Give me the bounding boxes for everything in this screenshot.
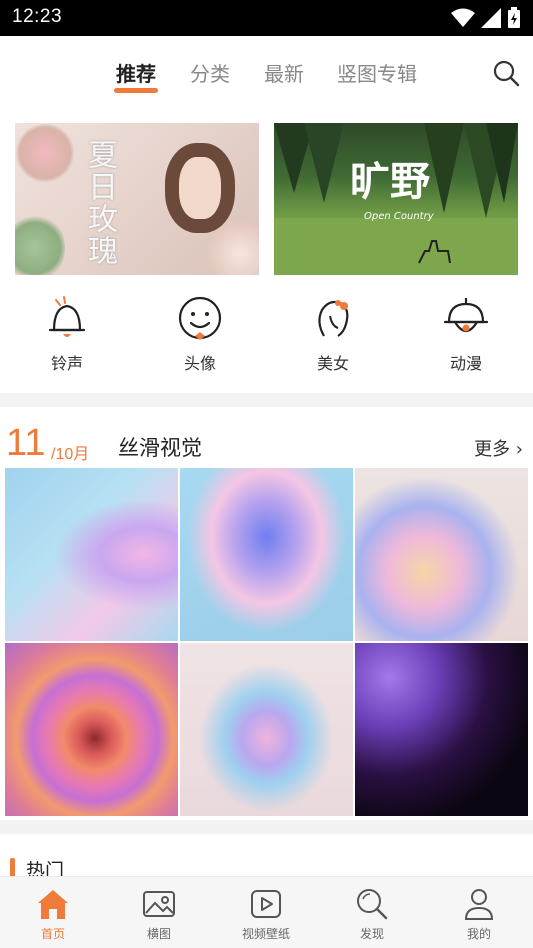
bottom-navigation: 首页 横图 视频壁纸 发现 我的 <box>0 876 533 948</box>
nav-label: 横图 <box>146 927 171 941</box>
section-divider <box>0 393 533 407</box>
wallpaper-thumbnail[interactable] <box>355 468 528 641</box>
daily-section-header: 11 /10月 丝滑视觉 更多 › <box>0 420 533 466</box>
wallpaper-thumbnail[interactable] <box>5 643 178 816</box>
bell-icon <box>48 296 86 337</box>
nav-label: 首页 <box>40 927 65 941</box>
tab-category[interactable]: 分类 <box>190 58 230 87</box>
category-beauty[interactable]: 美女 <box>293 292 373 374</box>
girl-profile-icon <box>318 300 349 337</box>
hot-section-header: 热门 <box>0 848 533 882</box>
category-shortcuts: 铃声 头像 美女 动漫 <box>0 292 533 388</box>
search-icon[interactable] <box>491 58 521 88</box>
nav-discover[interactable]: 发现 <box>327 887 417 942</box>
banner-summer-rose[interactable]: 夏日玫瑰 <box>15 123 259 275</box>
nav-label: 我的 <box>466 927 491 941</box>
leaf-decoration <box>15 213 65 275</box>
banner-open-country[interactable]: 旷野 Open Country <box>274 123 518 275</box>
nav-mine[interactable]: 我的 <box>434 887 524 942</box>
category-label: 铃声 <box>50 354 83 373</box>
search-icon <box>357 889 388 920</box>
accent-bar <box>10 858 15 878</box>
portrait-figure <box>165 143 235 233</box>
status-bar: 12:23 <box>0 0 533 36</box>
chevron-right-icon: › <box>510 439 523 460</box>
more-label: 更多 <box>474 439 511 460</box>
smiley-face-icon <box>178 296 222 340</box>
tab-latest[interactable]: 最新 <box>264 58 304 87</box>
section-month: /10月 <box>51 446 90 463</box>
section-divider <box>0 820 533 834</box>
wifi-icon <box>451 8 475 27</box>
person-icon <box>464 889 494 920</box>
nav-video-wallpaper[interactable]: 视频壁纸 <box>221 887 311 942</box>
home-icon <box>38 890 68 919</box>
banner-title: 夏日玫瑰 <box>82 139 117 267</box>
wallpaper-thumbnail[interactable] <box>180 643 353 816</box>
section-title: 丝滑视觉 <box>118 436 202 460</box>
nav-landscape[interactable]: 横图 <box>114 887 204 942</box>
nav-label: 视频壁纸 <box>241 927 290 941</box>
anime-bell-icon <box>443 298 489 333</box>
status-icons <box>451 6 521 30</box>
wallpaper-grid <box>5 468 528 816</box>
banner-title: 旷野 <box>350 158 430 205</box>
section-day: 11 <box>6 422 46 464</box>
category-label: 动漫 <box>449 354 482 373</box>
category-avatar[interactable]: 头像 <box>160 292 240 374</box>
category-label: 美女 <box>316 354 349 373</box>
category-label: 头像 <box>183 354 216 373</box>
category-ringtone[interactable]: 铃声 <box>27 292 107 374</box>
wallpaper-thumbnail[interactable] <box>355 643 528 816</box>
wallpaper-thumbnail[interactable] <box>180 468 353 641</box>
status-time: 12:23 <box>12 6 63 27</box>
video-icon <box>251 890 281 918</box>
tab-recommend[interactable]: 推荐 <box>116 58 156 87</box>
top-tab-bar: 推荐 分类 最新 竖图专辑 <box>0 36 533 106</box>
category-anime[interactable]: 动漫 <box>426 292 506 374</box>
active-tab-indicator <box>114 88 158 93</box>
banner-subtitle: Open Country <box>364 211 434 222</box>
image-icon <box>143 891 175 917</box>
tab-vertical-albums[interactable]: 竖图专辑 <box>337 58 417 87</box>
nav-home[interactable]: 首页 <box>8 887 98 942</box>
wallpaper-thumbnail[interactable] <box>5 468 178 641</box>
nav-label: 发现 <box>359 927 384 941</box>
battery-icon <box>508 7 520 28</box>
signal-icon <box>481 8 501 28</box>
more-link[interactable]: 更多 › <box>474 435 523 461</box>
